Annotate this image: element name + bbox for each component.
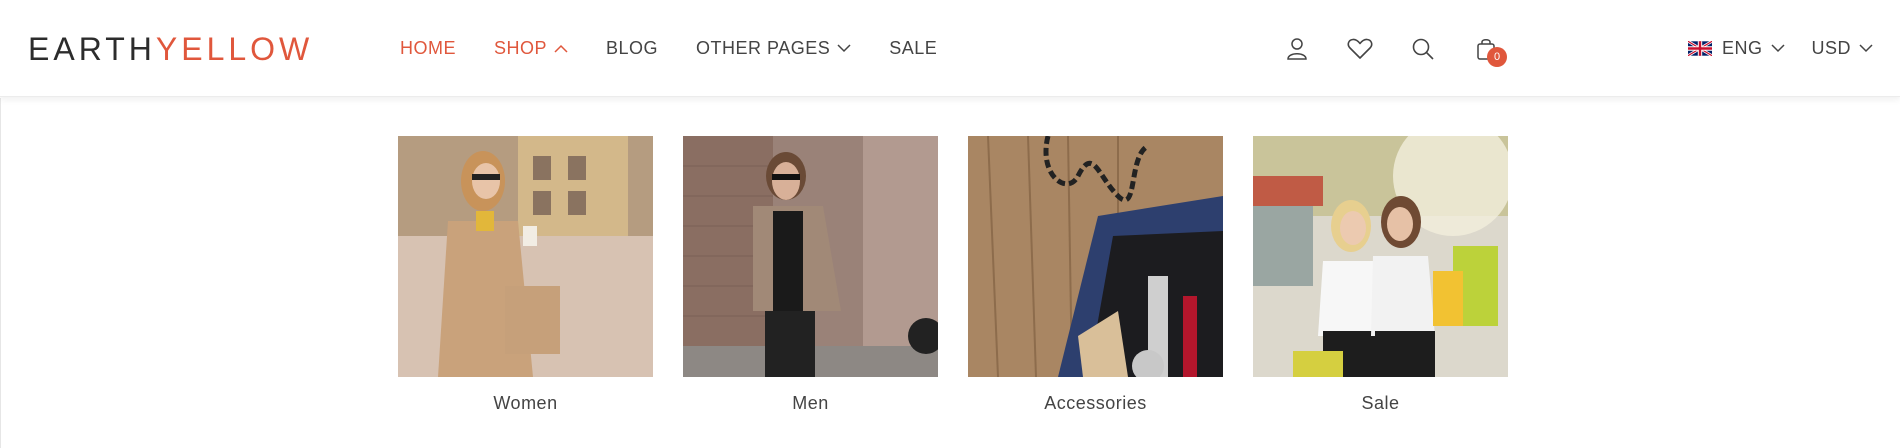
currency-selector[interactable]: USD <box>1812 38 1874 59</box>
nav-home[interactable]: HOME <box>400 36 456 60</box>
search-icon <box>1412 38 1434 60</box>
wishlist-button[interactable] <box>1345 34 1375 64</box>
category-men[interactable]: Men <box>683 136 938 414</box>
category-sale[interactable]: Sale <box>1253 136 1508 414</box>
locale-switcher: ENG USD <box>1688 38 1900 59</box>
logo-part-earth: EARTH <box>28 31 156 67</box>
chevron-up-icon <box>554 44 568 53</box>
site-header: EARTHYELLOW HOME SHOP BLOG OTHER PAGES S… <box>0 0 1900 97</box>
nav-shop[interactable]: SHOP <box>494 36 568 60</box>
category-women-label[interactable]: Women <box>493 393 557 414</box>
category-sale-label[interactable]: Sale <box>1361 393 1399 414</box>
category-men-label[interactable]: Men <box>792 393 829 414</box>
chevron-down-icon <box>1770 44 1785 53</box>
uk-flag-icon <box>1688 41 1712 56</box>
category-women[interactable]: Women <box>398 136 653 414</box>
account-button[interactable] <box>1282 34 1312 64</box>
user-icon <box>1287 38 1307 60</box>
shop-mega-menu: Women Men Accessories Sale <box>0 98 1900 448</box>
main-nav: HOME SHOP BLOG OTHER PAGES SALE <box>400 36 975 60</box>
chevron-down-icon <box>837 43 851 52</box>
category-accessories[interactable]: Accessories <box>968 136 1223 414</box>
nav-blog[interactable]: BLOG <box>606 36 658 60</box>
currency-label: USD <box>1811 38 1852 58</box>
header-actions: 0 <box>1282 34 1534 67</box>
nav-home-label: HOME <box>400 38 456 58</box>
nav-sale-label: SALE <box>889 38 938 58</box>
cart-count-badge: 0 <box>1487 47 1507 67</box>
chevron-down-icon <box>1859 44 1873 53</box>
cart-button[interactable]: 0 <box>1471 34 1507 67</box>
heart-icon <box>1347 38 1373 59</box>
nav-blog-label: BLOG <box>606 38 659 58</box>
language-selector[interactable]: ENG <box>1688 38 1785 59</box>
logo-part-yellow: YELLOW <box>155 31 314 67</box>
category-accessories-image[interactable] <box>968 136 1223 377</box>
category-grid: Women Men Accessories Sale <box>398 136 1538 414</box>
search-button[interactable] <box>1408 34 1438 64</box>
nav-other-pages[interactable]: OTHER PAGES <box>696 36 851 60</box>
category-accessories-label[interactable]: Accessories <box>1044 393 1147 414</box>
nav-shop-label: SHOP <box>494 38 548 58</box>
language-label: ENG <box>1722 38 1763 58</box>
category-men-image[interactable] <box>683 136 938 377</box>
site-logo[interactable]: EARTHYELLOW <box>28 30 313 68</box>
nav-other-pages-label: OTHER PAGES <box>696 38 831 58</box>
category-sale-image[interactable] <box>1253 136 1508 377</box>
category-women-image[interactable] <box>398 136 653 377</box>
nav-sale[interactable]: SALE <box>889 36 937 60</box>
